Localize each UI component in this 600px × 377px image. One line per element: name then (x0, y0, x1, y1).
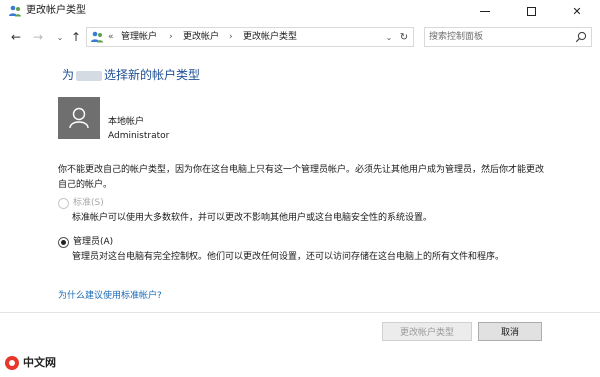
recent-locations-button[interactable]: ⌄ (52, 29, 68, 45)
chevron-down-icon: ⌄ (56, 32, 64, 42)
php-logo-icon (4, 355, 20, 371)
chevron-down-icon: ⌄ (385, 32, 393, 42)
breadcrumb-separator[interactable]: › (229, 30, 233, 44)
redacted-username (76, 70, 103, 81)
admin-radio[interactable] (58, 236, 69, 248)
minimize-icon (480, 10, 490, 12)
standard-description: 标准帐户可以使用大多数软件，并可以更改不影响其他用户或这台电脑安全性的系统设置。 (72, 213, 433, 223)
search-icon[interactable] (575, 31, 587, 43)
search-input[interactable] (429, 30, 569, 44)
admin-description: 管理员对这台电脑有完全控制权。他们可以更改任何设置，还可以访问存储在这台电脑上的… (72, 252, 505, 262)
address-bar[interactable]: « 管理帐户 › 更改帐户 › 更改帐户类型 ⌄ ↻ (86, 27, 414, 47)
page-title: 为 选择新的帐户类型 (62, 66, 200, 84)
minimize-button[interactable] (462, 0, 508, 22)
account-type-label: 本地帐户 (108, 117, 145, 127)
control-panel-icon (90, 30, 104, 44)
watermark: 中文网 (4, 355, 56, 371)
admin-radio-label[interactable]: 管理员(A) (73, 236, 113, 248)
why-standard-account-link[interactable]: 为什么建议使用标准帐户? (58, 290, 162, 302)
users-icon (8, 4, 22, 18)
watermark-text: 中文网 (23, 356, 56, 369)
account-name-label: Administrator (108, 131, 170, 141)
avatar (58, 97, 100, 139)
breadcrumb-overflow[interactable]: « (108, 30, 114, 44)
up-button[interactable]: ↑ (68, 29, 84, 45)
page-title-suffix: 选择新的帐户类型 (104, 68, 201, 82)
breadcrumb-change-account[interactable]: 更改帐户 (183, 30, 219, 44)
close-icon: ✕ (572, 4, 582, 18)
footer-divider (0, 312, 600, 313)
arrow-left-icon: ← (10, 30, 22, 44)
change-account-type-window: 更改帐户类型 ✕ ← → ⌄ ↑ « 管理帐户 › 更改帐户 › 更改帐户类型 … (0, 0, 600, 377)
arrow-up-icon: ↑ (70, 30, 82, 44)
maximize-button[interactable] (508, 0, 554, 22)
cancel-button[interactable]: 取消 (478, 322, 542, 341)
standard-radio-label[interactable]: 标准(S) (73, 197, 104, 209)
window-title: 更改帐户类型 (26, 5, 86, 16)
navigation-bar: ← → ⌄ ↑ « 管理帐户 › 更改帐户 › 更改帐户类型 ⌄ ↻ 搜索控制面… (0, 22, 600, 52)
user-icon (69, 107, 89, 129)
arrow-right-icon: → (32, 30, 44, 44)
warning-text: 你不能更改自己的帐户类型，因为你在这台电脑上只有这一个管理员帐户。必须先让其他用… (58, 165, 545, 190)
back-button[interactable]: ← (8, 29, 24, 45)
forward-button[interactable]: → (30, 29, 46, 45)
standard-radio-option[interactable]: 标准(S) (58, 197, 104, 209)
standard-radio[interactable] (58, 197, 69, 209)
change-account-type-button[interactable]: 更改帐户类型 (382, 322, 472, 341)
page-title-prefix: 为 (62, 68, 75, 82)
address-dropdown-button[interactable]: ⌄ (383, 30, 395, 44)
close-button[interactable]: ✕ (554, 0, 600, 22)
title-bar: 更改帐户类型 ✕ (0, 0, 600, 22)
breadcrumb-separator[interactable]: › (169, 30, 173, 44)
refresh-button[interactable]: ↻ (397, 30, 411, 44)
breadcrumb-change-account-type[interactable]: 更改帐户类型 (243, 30, 297, 44)
search-box[interactable] (424, 27, 592, 47)
maximize-icon (526, 6, 536, 16)
admin-radio-option[interactable]: 管理员(A) (58, 236, 113, 248)
refresh-icon: ↻ (399, 31, 409, 43)
breadcrumb-manage-accounts[interactable]: 管理帐户 (121, 30, 157, 44)
